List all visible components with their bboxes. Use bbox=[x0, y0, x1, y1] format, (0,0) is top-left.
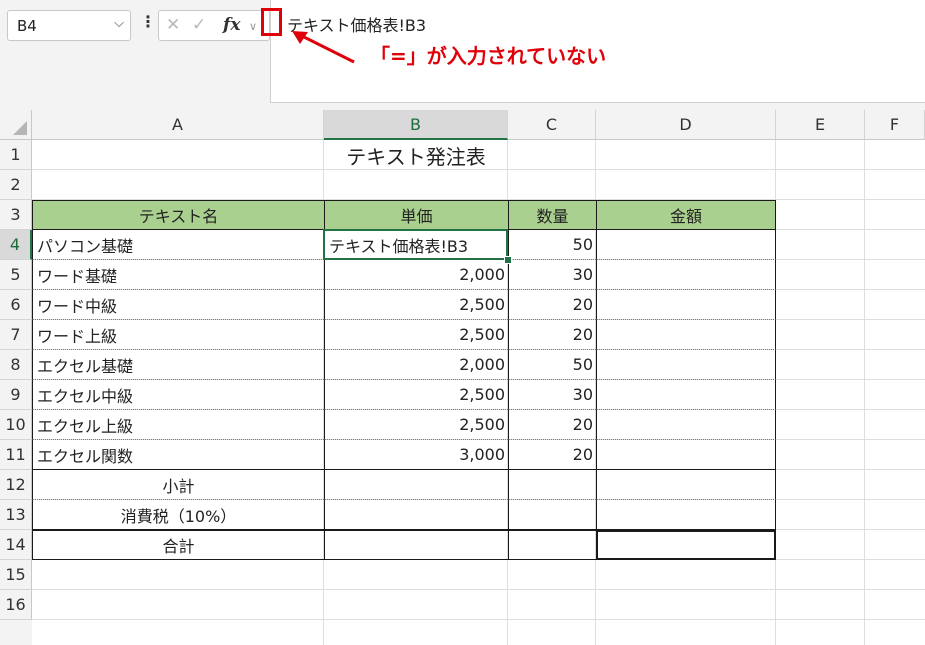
price-cell[interactable]: 2,000 bbox=[324, 350, 508, 380]
summary-cell[interactable] bbox=[324, 530, 508, 560]
item-name-cell[interactable]: ワード中級 bbox=[32, 290, 324, 320]
price-cell[interactable]: 3,000 bbox=[324, 440, 508, 470]
amount-cell[interactable] bbox=[596, 230, 776, 260]
row-header-2[interactable]: 2 bbox=[0, 170, 32, 200]
row-header-9[interactable]: 9 bbox=[0, 380, 32, 410]
item-name-cell[interactable]: エクセル中級 bbox=[32, 380, 324, 410]
summary-amount-cell[interactable] bbox=[596, 500, 776, 530]
amount-cell[interactable] bbox=[596, 290, 776, 320]
row-header-6[interactable]: 6 bbox=[0, 290, 32, 320]
enter-icon[interactable]: ✓ bbox=[192, 15, 206, 35]
annotation-text: 「=」が入力されていない bbox=[370, 44, 607, 68]
row-header-10[interactable]: 10 bbox=[0, 410, 32, 440]
amount-cell[interactable] bbox=[596, 320, 776, 350]
row-header-13[interactable]: 13 bbox=[0, 500, 32, 530]
item-name-cell[interactable]: ワード上級 bbox=[32, 320, 324, 350]
more-options-icon[interactable]: ⋮ bbox=[140, 12, 156, 31]
price-cell[interactable]: 2,000 bbox=[324, 260, 508, 290]
quantity-cell[interactable]: 20 bbox=[508, 440, 596, 470]
row-header-8[interactable]: 8 bbox=[0, 350, 32, 380]
select-all-button[interactable] bbox=[0, 110, 32, 140]
column-header-f[interactable]: F bbox=[865, 110, 925, 140]
summary-cell[interactable] bbox=[508, 470, 596, 500]
summary-cell[interactable] bbox=[508, 500, 596, 530]
amount-cell[interactable] bbox=[596, 350, 776, 380]
header-cell-name[interactable]: テキスト名 bbox=[32, 200, 324, 230]
name-box-value: B4 bbox=[17, 17, 37, 35]
gridline bbox=[864, 140, 865, 645]
gridline bbox=[32, 619, 925, 620]
header-cell-price[interactable]: 単価 bbox=[324, 200, 508, 230]
price-cell[interactable]: 2,500 bbox=[324, 290, 508, 320]
item-name-cell[interactable]: ワード基礎 bbox=[32, 260, 324, 290]
insert-function-button[interactable]: fx bbox=[223, 15, 240, 35]
arrow-icon bbox=[292, 31, 355, 64]
column-header-c[interactable]: C bbox=[508, 110, 596, 140]
quantity-cell[interactable]: 20 bbox=[508, 320, 596, 350]
column-header-d[interactable]: D bbox=[596, 110, 776, 140]
row-header-7[interactable]: 7 bbox=[0, 320, 32, 350]
summary-cell[interactable] bbox=[324, 500, 508, 530]
row-header-5[interactable]: 5 bbox=[0, 260, 32, 290]
header-cell-amount[interactable]: 金額 bbox=[596, 200, 776, 230]
price-cell[interactable]: 2,500 bbox=[324, 380, 508, 410]
item-name-cell[interactable]: エクセル基礎 bbox=[32, 350, 324, 380]
cancel-icon[interactable]: ✕ bbox=[166, 15, 180, 35]
cell-area[interactable]: テキスト発注表 テキスト名 単価 数量 金額 パソコン基礎 テキスト価格表!B3 50 ワード基… bbox=[32, 140, 925, 645]
quantity-cell[interactable]: 20 bbox=[508, 410, 596, 440]
gridline bbox=[32, 589, 925, 590]
chevron-down-icon[interactable]: ⌵ bbox=[114, 16, 124, 31]
price-cell[interactable]: 2,500 bbox=[324, 320, 508, 350]
column-header-a[interactable]: A bbox=[32, 110, 324, 140]
formula-buttons: ✕ ✓ fx ∨ bbox=[158, 10, 270, 41]
item-name-cell[interactable]: エクセル関数 bbox=[32, 440, 324, 470]
price-cell[interactable]: 2,500 bbox=[324, 410, 508, 440]
quantity-cell[interactable]: 30 bbox=[508, 380, 596, 410]
amount-cell[interactable] bbox=[596, 380, 776, 410]
summary-label-total[interactable]: 合計 bbox=[32, 530, 324, 560]
summary-label-tax[interactable]: 消費税（10%） bbox=[32, 500, 324, 530]
row-header-11[interactable]: 11 bbox=[0, 440, 32, 470]
chevron-down-icon[interactable]: ∨ bbox=[249, 20, 257, 33]
amount-cell[interactable] bbox=[596, 410, 776, 440]
row-header-4[interactable]: 4 bbox=[0, 230, 32, 260]
summary-cell[interactable] bbox=[324, 470, 508, 500]
column-header-b[interactable]: B bbox=[324, 110, 508, 140]
row-header-12[interactable]: 12 bbox=[0, 470, 32, 500]
row-header-15[interactable]: 15 bbox=[0, 560, 32, 590]
item-name-cell[interactable]: エクセル上級 bbox=[32, 410, 324, 440]
sheet-title[interactable]: テキスト発注表 bbox=[324, 140, 508, 170]
quantity-cell[interactable]: 50 bbox=[508, 230, 596, 260]
fill-handle[interactable] bbox=[504, 256, 512, 264]
item-name-cell[interactable]: パソコン基礎 bbox=[32, 230, 324, 260]
amount-cell[interactable] bbox=[596, 260, 776, 290]
quantity-cell[interactable]: 20 bbox=[508, 290, 596, 320]
column-header-e[interactable]: E bbox=[776, 110, 865, 140]
summary-cell[interactable] bbox=[508, 530, 596, 560]
header-cell-qty[interactable]: 数量 bbox=[508, 200, 596, 230]
active-cell-border[interactable] bbox=[323, 229, 508, 260]
summary-amount-cell[interactable] bbox=[596, 530, 776, 560]
row-header-16[interactable]: 16 bbox=[0, 590, 32, 620]
quantity-cell[interactable]: 30 bbox=[508, 260, 596, 290]
summary-label-subtotal[interactable]: 小計 bbox=[32, 470, 324, 500]
summary-amount-cell[interactable] bbox=[596, 470, 776, 500]
row-header-14[interactable]: 14 bbox=[0, 530, 32, 560]
formula-bar-area: B4 ⌵ ⋮ ✕ ✓ fx ∨ テキスト価格表!B3 「=」が入力されていない bbox=[0, 0, 925, 103]
amount-cell[interactable] bbox=[596, 440, 776, 470]
row-header-3[interactable]: 3 bbox=[0, 200, 32, 230]
name-box[interactable]: B4 ⌵ bbox=[7, 10, 131, 41]
highlight-box bbox=[261, 8, 282, 36]
quantity-cell[interactable]: 50 bbox=[508, 350, 596, 380]
row-header-1[interactable]: 1 bbox=[0, 140, 32, 170]
